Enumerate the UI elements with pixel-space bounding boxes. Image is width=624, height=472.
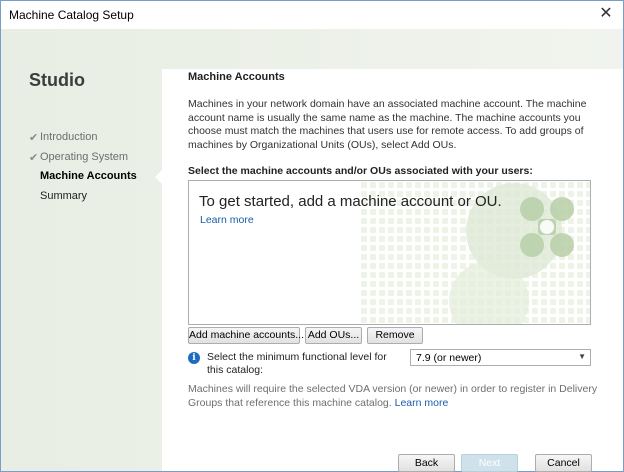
remove-button[interactable]: Remove: [367, 327, 423, 344]
functional-level-value: 7.9 (or newer): [416, 352, 482, 364]
step-operating-system[interactable]: ✔ Operating System: [29, 151, 137, 171]
window-title: Machine Catalog Setup: [9, 8, 134, 22]
step-label: Operating System: [40, 150, 129, 163]
note-learn-more-link[interactable]: Learn more: [395, 397, 449, 409]
back-button[interactable]: Back: [398, 454, 455, 472]
functional-level-select[interactable]: 7.9 (or newer) ▼: [410, 349, 591, 366]
page-title: Machine Accounts: [188, 71, 285, 83]
vda-note-text: Machines will require the selected VDA v…: [188, 383, 598, 409]
current-step-pointer: [155, 170, 162, 184]
add-machine-accounts-button[interactable]: Add machine accounts...: [188, 327, 304, 344]
step-introduction[interactable]: ✔ Introduction: [29, 131, 137, 151]
wizard-steps: ✔ Introduction ✔ Operating System Machin…: [29, 131, 137, 209]
chevron-down-icon: ▼: [578, 352, 586, 361]
step-summary: Summary: [29, 190, 137, 210]
empty-list-prompt: To get started, add a machine account or…: [199, 193, 502, 210]
next-button[interactable]: Next: [461, 454, 518, 472]
machine-catalog-setup-window: Machine Catalog Setup ✕ Studio ✔ Introdu…: [0, 0, 624, 472]
add-ous-button[interactable]: Add OUs...: [305, 327, 362, 344]
checkmark-icon: ✔: [29, 132, 39, 144]
accounts-list-label: Select the machine accounts and/or OUs a…: [188, 165, 533, 177]
learn-more-link[interactable]: Learn more: [200, 214, 254, 226]
step-label: Introduction: [40, 131, 98, 143]
machine-accounts-list[interactable]: To get started, add a machine account or…: [188, 180, 591, 325]
close-icon[interactable]: ✕: [595, 4, 617, 24]
step-label: Summary: [40, 189, 88, 202]
title-bar: Machine Catalog Setup ✕: [1, 1, 623, 29]
sidebar-heading: Studio: [29, 70, 85, 90]
cancel-button[interactable]: Cancel: [535, 454, 592, 472]
functional-level-label: Select the minimum functional level for …: [207, 351, 387, 376]
info-icon: i: [188, 352, 200, 364]
step-label: Machine Accounts: [40, 170, 137, 182]
vda-note: Machines will require the selected VDA v…: [188, 382, 608, 410]
checkmark-icon: ✔: [29, 151, 39, 164]
wizard-frame: Studio ✔ Introduction ✔ Operating System…: [1, 29, 623, 472]
wizard-sidebar: Studio ✔ Introduction ✔ Operating System…: [1, 29, 162, 471]
content-panel: Machine Accounts Machines in your networ…: [162, 69, 623, 472]
step-machine-accounts: Machine Accounts: [29, 170, 137, 190]
page-description: Machines in your network domain have an …: [188, 98, 587, 151]
